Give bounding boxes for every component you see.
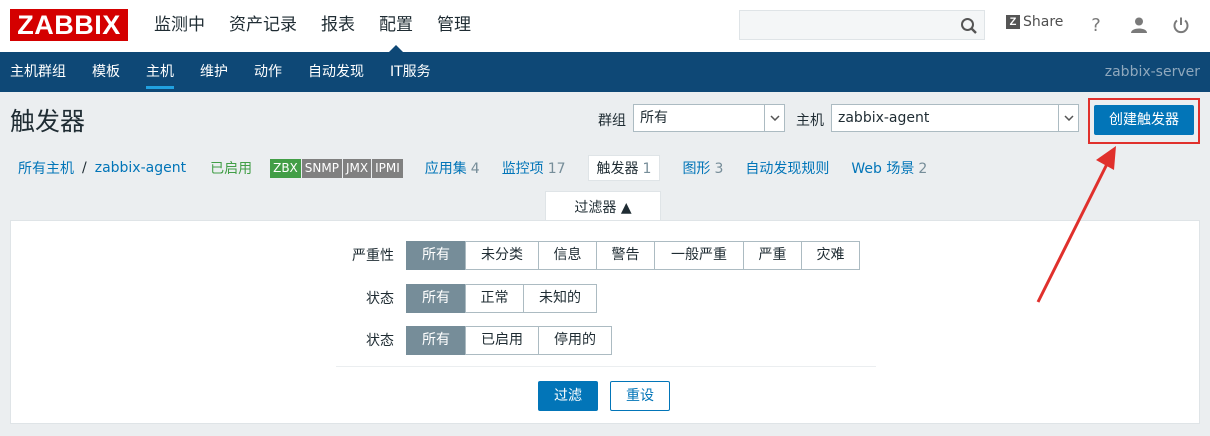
tag-zbx: ZBX <box>270 158 301 178</box>
status-option-all[interactable]: 所有 <box>406 325 466 355</box>
severity-label: 严重性 <box>352 248 394 264</box>
sub-nav-host-groups[interactable]: 主机群组 <box>0 52 79 92</box>
main-nav-reports[interactable]: 报表 <box>309 0 367 52</box>
search-icon[interactable] <box>960 17 978 35</box>
main-nav-configuration[interactable]: 配置 <box>367 0 425 52</box>
host-status[interactable]: 已启用 <box>210 158 252 178</box>
tab-applications[interactable]: 应用集 4 <box>425 158 480 178</box>
sub-nav-maintenance[interactable]: 维护 <box>187 52 241 92</box>
apply-filter-button[interactable]: 过滤 <box>538 381 598 411</box>
tab-triggers[interactable]: 触发器 1 <box>587 155 661 181</box>
group-label: 群组 <box>598 113 626 129</box>
tag-ipmi: IPMI <box>372 158 403 178</box>
share-label: Share <box>1023 14 1064 30</box>
state-option-normal[interactable]: 正常 <box>465 283 524 313</box>
availability-tags: ZBX SNMP JMX IPMI <box>270 158 403 178</box>
tag-jmx: JMX <box>342 158 372 178</box>
status-option-enabled[interactable]: 已启用 <box>465 325 539 355</box>
zabbix-share-icon: Z <box>1006 15 1020 29</box>
group-select[interactable]: 所有 <box>633 104 785 132</box>
create-trigger-button[interactable]: 创建触发器 <box>1094 105 1194 135</box>
top-bar: ZABBIX 监测中 资产记录 报表 配置 管理 Z Share ? <box>0 0 1210 52</box>
status-option-disabled[interactable]: 停用的 <box>538 325 612 355</box>
group-select-value: 所有 <box>640 110 668 126</box>
severity-option-unclassified[interactable]: 未分类 <box>465 240 539 270</box>
state-label: 状态 <box>366 291 394 307</box>
status-label: 状态 <box>366 333 394 349</box>
tab-graphs[interactable]: 图形 3 <box>682 158 723 178</box>
chevron-down-icon[interactable] <box>1058 105 1078 131</box>
page-header: 触发器 群组 所有 主机 zabbix-agent <box>0 92 1210 148</box>
host-label: 主机 <box>796 113 824 129</box>
severity-option-high[interactable]: 严重 <box>743 240 802 270</box>
breadcrumb: 所有主机 / zabbix-agent 已启用 ZBX SNMP JMX IPM… <box>18 155 927 181</box>
severity-option-information[interactable]: 信息 <box>538 240 597 270</box>
state-option-unknown[interactable]: 未知的 <box>523 283 597 313</box>
breadcrumb-separator: / <box>82 160 87 176</box>
zabbix-logo[interactable]: ZABBIX <box>10 9 128 41</box>
reset-filter-button[interactable]: 重设 <box>610 381 670 411</box>
tag-snmp: SNMP <box>301 158 342 178</box>
chevron-down-icon[interactable] <box>764 105 784 131</box>
severity-option-all[interactable]: 所有 <box>406 240 466 270</box>
host-select-value: zabbix-agent <box>838 110 930 126</box>
severity-options: 所有 未分类 信息 警告 一般严重 严重 灾难 <box>406 240 860 270</box>
sub-nav-discovery[interactable]: 自动发现 <box>295 52 377 92</box>
main-nav-inventory[interactable]: 资产记录 <box>217 0 309 52</box>
sub-nav-hosts[interactable]: 主机 <box>133 52 187 92</box>
severity-option-disaster[interactable]: 灾难 <box>801 240 860 270</box>
main-nav: 监测中 资产记录 报表 配置 管理 <box>142 0 483 52</box>
state-option-all[interactable]: 所有 <box>406 283 466 313</box>
host-select[interactable]: zabbix-agent <box>831 104 1079 132</box>
sub-nav-it-services[interactable]: IT服务 <box>377 52 444 92</box>
search-input[interactable] <box>739 10 985 40</box>
share-link[interactable]: Z Share <box>1006 14 1063 30</box>
tab-discovery-rules[interactable]: 自动发现规则 <box>745 158 829 178</box>
sub-nav: 主机群组 模板 主机 维护 动作 自动发现 IT服务 zabbix-server <box>0 52 1210 92</box>
severity-option-average[interactable]: 一般严重 <box>654 240 744 270</box>
filter-toggle-tab[interactable]: 过滤器 ▲ <box>545 191 661 221</box>
state-options: 所有 正常 未知的 <box>406 283 597 313</box>
sub-nav-templates[interactable]: 模板 <box>79 52 133 92</box>
sub-nav-actions[interactable]: 动作 <box>241 52 295 92</box>
server-name: zabbix-server <box>1104 64 1200 80</box>
sign-out-icon[interactable] <box>1169 13 1193 37</box>
filter-divider <box>336 366 876 367</box>
main-nav-monitoring[interactable]: 监测中 <box>142 0 217 52</box>
tab-web-scenarios[interactable]: Web 场景 2 <box>851 158 927 178</box>
tab-items[interactable]: 监控项 17 <box>502 158 566 178</box>
filter-panel: 严重性 所有 未分类 信息 警告 一般严重 严重 灾难 状态 所有 正常 未知的… <box>10 220 1200 424</box>
help-icon[interactable]: ? <box>1084 13 1108 37</box>
main-nav-administration[interactable]: 管理 <box>425 0 483 52</box>
user-profile-icon[interactable] <box>1127 13 1151 37</box>
page-title: 触发器 <box>10 107 86 136</box>
status-options: 所有 已启用 停用的 <box>406 325 612 355</box>
severity-option-warning[interactable]: 警告 <box>596 240 655 270</box>
breadcrumb-host[interactable]: zabbix-agent <box>95 160 186 176</box>
create-trigger-highlight: 创建触发器 <box>1088 98 1200 144</box>
breadcrumb-all-hosts[interactable]: 所有主机 <box>18 158 74 178</box>
